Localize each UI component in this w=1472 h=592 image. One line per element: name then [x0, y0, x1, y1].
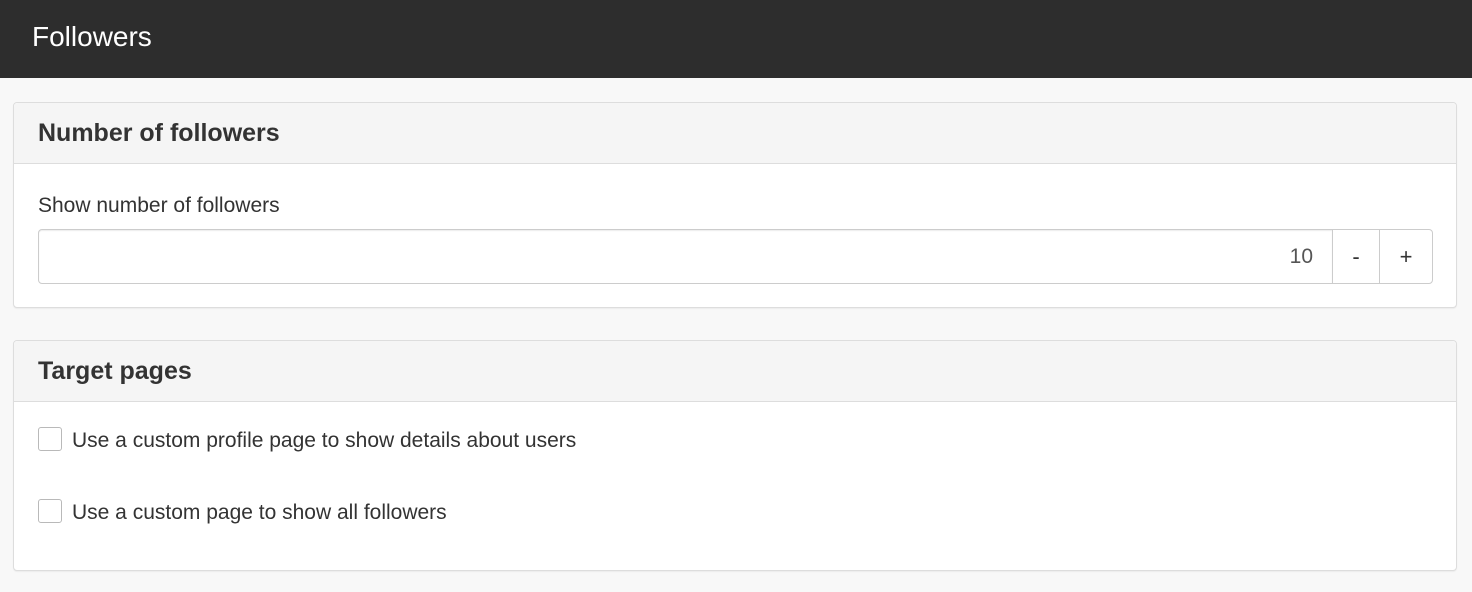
number-of-followers-panel: Number of followers Show number of follo…: [13, 102, 1457, 308]
panel-title: Number of followers: [38, 119, 280, 147]
target-pages-panel: Target pages Use a custom profile page t…: [13, 340, 1457, 571]
top-bar: Followers: [0, 0, 1472, 78]
followers-count-stepper: - +: [38, 229, 1433, 284]
followers-count-input[interactable]: [38, 229, 1333, 284]
custom-followers-page-label[interactable]: Use a custom page to show all followers: [72, 500, 447, 526]
decrement-button[interactable]: -: [1332, 229, 1380, 284]
custom-followers-page-checkbox[interactable]: [38, 499, 62, 523]
custom-profile-page-label[interactable]: Use a custom profile page to show detail…: [72, 428, 576, 454]
panel-heading: Number of followers: [14, 103, 1456, 164]
increment-button[interactable]: +: [1379, 229, 1433, 284]
custom-profile-page-checkbox[interactable]: [38, 427, 62, 451]
page-title: Followers: [32, 21, 152, 52]
followers-count-label: Show number of followers: [38, 194, 280, 217]
panel-heading: Target pages: [14, 341, 1456, 402]
panel-title: Target pages: [38, 357, 192, 385]
